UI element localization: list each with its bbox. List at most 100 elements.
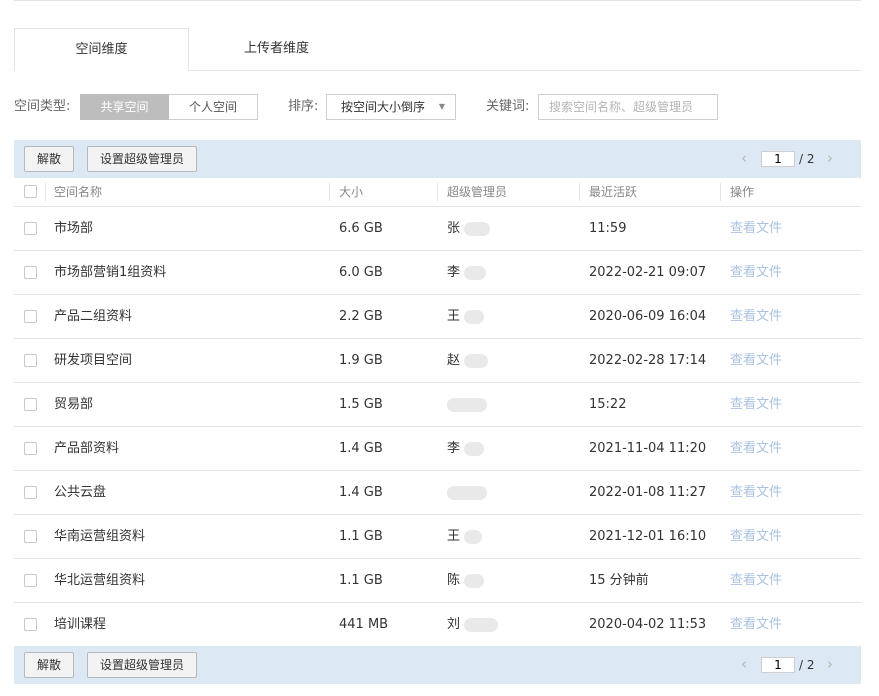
action-bar-top: 解散 设置超级管理员 ‹ / 2 › [14,140,861,178]
space-size: 1.5 GB [339,397,383,412]
table-header: 空间名称 大小 超级管理员 最近活跃 操作 [14,178,861,207]
row-checkbox[interactable] [24,310,37,323]
view-files-link[interactable]: 查看文件 [730,207,782,250]
space-name: 市场部营销1组资料 [54,265,167,280]
row-checkbox[interactable] [24,354,37,367]
space-size: 1.1 GB [339,529,383,544]
table-row[interactable]: 公共云盘 1.4 GB 2022-01-08 11:27 查看文件 [14,471,861,515]
row-checkbox[interactable] [24,486,37,499]
table-row[interactable]: 华南运营组资料 1.1 GB 王 2021-12-01 16:10 查看文件 [14,515,861,559]
filter-bar: 空间类型: 共享空间 个人空间 排序: 按空间大小倒序 ▼ 关键词: [14,94,861,120]
last-active: 2022-02-21 09:07 [589,265,707,280]
column-divider [329,183,330,201]
last-active: 2021-11-04 11:20 [589,441,707,456]
chevron-left-icon[interactable]: ‹ [741,655,747,673]
space-name: 华北运营组资料 [54,573,146,588]
last-active: 15 分钟前 [589,573,649,588]
last-active: 2021-12-01 16:10 [589,529,707,544]
view-files-link[interactable]: 查看文件 [730,427,782,470]
header-last-active[interactable]: 最近活跃 [589,178,637,206]
row-checkbox[interactable] [24,574,37,587]
space-type-label: 空间类型: [14,99,71,114]
space-name: 贸易部 [54,397,94,412]
dissolve-button[interactable]: 解散 [24,146,74,172]
view-files-link[interactable]: 查看文件 [730,251,782,294]
column-divider [720,183,721,201]
view-files-link[interactable]: 查看文件 [730,559,782,602]
table-row[interactable]: 产品部资料 1.4 GB 李 2021-11-04 11:20 查看文件 [14,427,861,471]
row-checkbox[interactable] [24,266,37,279]
dimension-tabs: 空间维度 上传者维度 [14,28,861,71]
dissolve-button[interactable]: 解散 [24,652,74,678]
table-row[interactable]: 贸易部 1.5 GB 15:22 查看文件 [14,383,861,427]
chevron-left-icon[interactable]: ‹ [741,149,747,167]
space-name: 培训课程 [54,617,107,632]
super-admin [447,471,487,514]
sort-select[interactable]: 按空间大小倒序 ▼ [326,94,456,120]
page-total: / 2 [799,152,815,166]
header-space-name[interactable]: 空间名称 [54,178,102,206]
page-number-input[interactable] [761,657,795,673]
column-divider [579,183,580,201]
pagination: ‹ / 2 › [741,149,841,168]
set-super-admin-button[interactable]: 设置超级管理员 [87,652,197,678]
row-checkbox[interactable] [24,618,37,631]
view-files-link[interactable]: 查看文件 [730,603,782,646]
space-size: 2.2 GB [339,309,383,324]
top-divider [14,0,861,1]
super-admin: 李 [447,251,487,294]
sort-select-value: 按空间大小倒序 [341,100,426,114]
space-size: 1.4 GB [339,485,383,500]
header-super-admin[interactable]: 超级管理员 [447,178,507,206]
row-checkbox[interactable] [24,530,37,543]
view-files-link[interactable]: 查看文件 [730,471,782,514]
last-active: 11:59 [589,221,627,236]
table-row[interactable]: 市场部营销1组资料 6.0 GB 李 2022-02-21 09:07 查看文件 [14,251,861,295]
space-name: 市场部 [54,221,94,236]
space-size: 1.4 GB [339,441,383,456]
header-size[interactable]: 大小 [339,178,363,206]
keyword-search-input[interactable] [538,94,718,120]
view-files-link[interactable]: 查看文件 [730,383,782,426]
sort-label: 排序: [288,99,319,114]
super-admin: 王 [447,295,485,338]
table-row[interactable]: 产品二组资料 2.2 GB 王 2020-06-09 16:04 查看文件 [14,295,861,339]
header-operation: 操作 [730,185,755,199]
row-checkbox[interactable] [24,398,37,411]
super-admin: 李 [447,427,485,470]
tab-uploader-dimension[interactable]: 上传者维度 [189,28,364,71]
table-row[interactable]: 研发项目空间 1.9 GB 赵 2022-02-28 17:14 查看文件 [14,339,861,383]
super-admin: 刘 [447,603,499,646]
keyword-label: 关键词: [486,99,530,114]
super-admin: 王 [447,515,483,558]
view-files-link[interactable]: 查看文件 [730,339,782,382]
chevron-right-icon[interactable]: › [827,655,833,673]
last-active: 15:22 [589,397,627,412]
space-size: 6.0 GB [339,265,383,280]
view-files-link[interactable]: 查看文件 [730,295,782,338]
column-divider [437,183,438,201]
row-checkbox[interactable] [24,442,37,455]
space-size: 1.9 GB [339,353,383,368]
tab-space-dimension[interactable]: 空间维度 [14,28,189,71]
chevron-right-icon[interactable]: › [827,149,833,167]
space-size: 1.1 GB [339,573,383,588]
column-divider [45,183,46,201]
caret-down-icon: ▼ [438,102,445,111]
select-all-checkbox[interactable] [24,185,37,198]
space-size: 6.6 GB [339,221,383,236]
space-name: 公共云盘 [54,485,107,500]
space-name: 研发项目空间 [54,353,133,368]
table-row[interactable]: 华北运营组资料 1.1 GB 陈 15 分钟前 查看文件 [14,559,861,603]
page-number-input[interactable] [761,151,795,167]
last-active: 2020-04-02 11:53 [589,617,707,632]
table-row[interactable]: 市场部 6.6 GB 张 11:59 查看文件 [14,207,861,251]
personal-space-toggle[interactable]: 个人空间 [169,94,258,120]
set-super-admin-button[interactable]: 设置超级管理员 [87,146,197,172]
shared-space-toggle[interactable]: 共享空间 [80,94,169,120]
row-checkbox[interactable] [24,222,37,235]
table-row[interactable]: 培训课程 441 MB 刘 2020-04-02 11:53 查看文件 [14,603,861,647]
view-files-link[interactable]: 查看文件 [730,515,782,558]
pagination: ‹ / 2 › [741,655,841,674]
space-name: 产品二组资料 [54,309,133,324]
